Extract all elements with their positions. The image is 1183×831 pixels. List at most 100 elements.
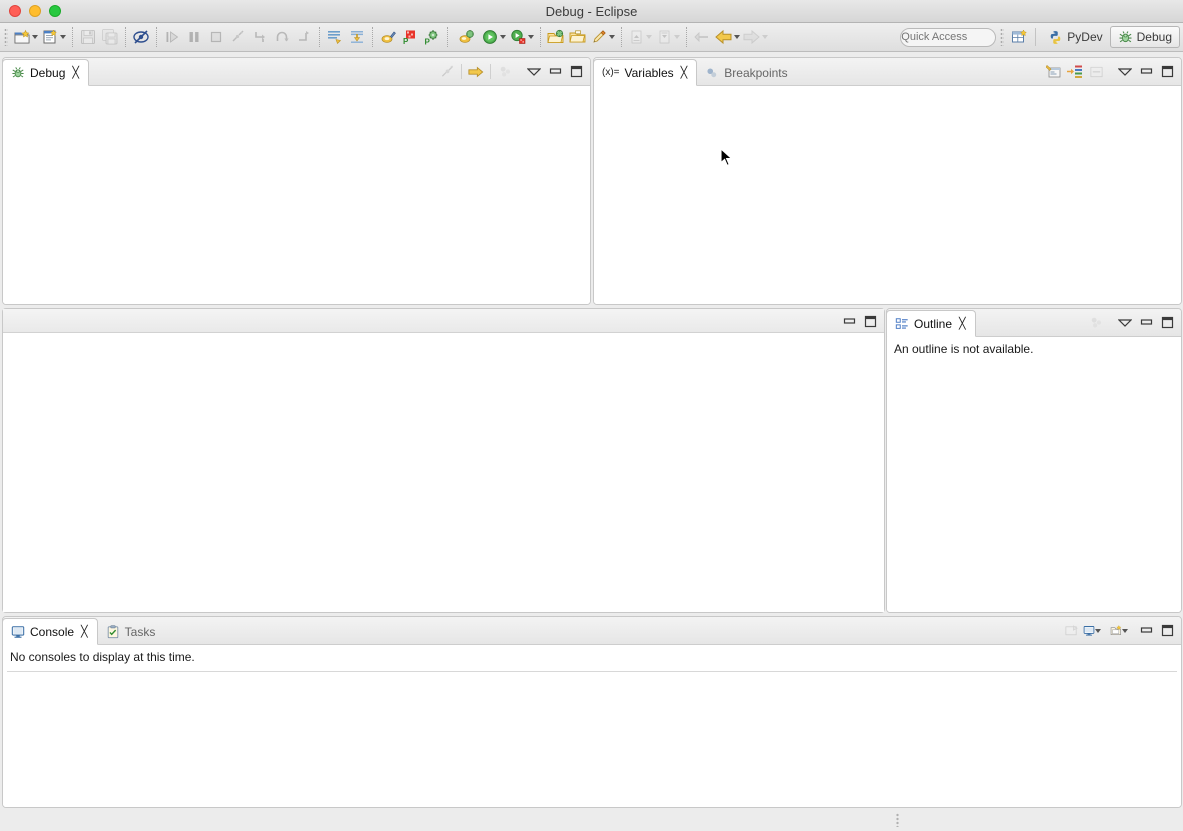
display-selected-console-button[interactable] — [1083, 622, 1101, 640]
tab-tasks[interactable]: Tasks — [98, 618, 165, 645]
chevron-down-icon[interactable] — [1122, 628, 1128, 633]
save-all-button[interactable] — [99, 26, 121, 48]
tab-outline-label: Outline — [914, 316, 953, 331]
chevron-down-icon[interactable] — [609, 35, 615, 39]
view-filter-button[interactable] — [1087, 314, 1105, 332]
toolbar-group-history — [691, 25, 769, 49]
minimize-button[interactable] — [1137, 63, 1155, 81]
variables-view-content[interactable] — [594, 86, 1181, 304]
toolbar-separator — [72, 27, 73, 47]
minimize-button[interactable] — [546, 63, 564, 81]
zoom-window-button[interactable] — [49, 5, 61, 17]
tab-variables[interactable]: (x)= Variables ╳ — [594, 59, 698, 86]
pydev-config-button[interactable]: P — [421, 26, 443, 48]
close-icon[interactable]: ╳ — [72, 66, 79, 79]
view-menu-button[interactable] — [525, 63, 543, 81]
open-type-button[interactable] — [545, 26, 567, 48]
debug-view-toolbar — [438, 58, 585, 85]
toolbar-grip[interactable] — [4, 28, 8, 46]
chevron-down-icon[interactable] — [673, 35, 680, 39]
last-edit-location-button[interactable] — [691, 26, 713, 48]
close-window-button[interactable] — [9, 5, 21, 17]
disconnect-button[interactable] — [227, 26, 249, 48]
open-perspective-button[interactable] — [1008, 26, 1030, 48]
tab-breakpoints[interactable]: Breakpoints — [697, 59, 796, 86]
view-menu-button[interactable] — [1116, 314, 1134, 332]
pylint-button[interactable]: P — [399, 26, 421, 48]
view-menu-button[interactable] — [1116, 63, 1134, 81]
console-divider — [7, 671, 1177, 672]
save-button[interactable] — [77, 26, 99, 48]
tab-outline[interactable]: Outline ╳ — [887, 310, 976, 337]
maximize-button[interactable] — [1158, 63, 1176, 81]
step-return-button[interactable] — [293, 26, 315, 48]
outline-view-content[interactable]: An outline is not available. — [887, 337, 1181, 612]
perspective-debug[interactable]: Debug — [1109, 26, 1180, 48]
forward-button[interactable] — [741, 26, 769, 48]
minimize-button[interactable] — [840, 312, 858, 330]
tab-breakpoints-label: Breakpoints — [724, 65, 788, 80]
maximize-button[interactable] — [861, 312, 879, 330]
open-python-file-button[interactable] — [377, 26, 399, 48]
chevron-down-icon — [1118, 67, 1132, 76]
step-into-button[interactable] — [249, 26, 271, 48]
debug-view-content[interactable] — [3, 86, 590, 304]
step-return-yellow-button[interactable] — [467, 63, 485, 81]
new-wizard-button[interactable] — [12, 26, 40, 48]
tab-debug[interactable]: Debug ╳ — [3, 59, 89, 86]
pin-console-icon — [1064, 624, 1078, 635]
external-tools-button[interactable] — [589, 26, 617, 48]
chevron-down-icon[interactable] — [32, 35, 38, 39]
skip-breakpoints-button[interactable] — [130, 26, 152, 48]
previous-annotation-button[interactable] — [626, 26, 654, 48]
debug-launch-dropdown-button[interactable] — [480, 26, 508, 48]
chevron-down-icon[interactable] — [528, 35, 534, 39]
collapse-all-button[interactable] — [1066, 63, 1084, 81]
chevron-down-icon[interactable] — [60, 35, 66, 39]
quick-access-input[interactable] — [900, 27, 997, 47]
back-button[interactable] — [713, 26, 741, 48]
minimize-window-button[interactable] — [29, 5, 41, 17]
disconnect-all-button[interactable] — [438, 63, 456, 81]
pin-console-button[interactable] — [1062, 622, 1080, 640]
open-console-button[interactable] — [1110, 622, 1128, 640]
next-annotation-button[interactable] — [654, 26, 682, 48]
new-item-button[interactable] — [40, 26, 68, 48]
suspend-button[interactable] — [183, 26, 205, 48]
open-resource-button[interactable] — [567, 26, 589, 48]
minimize-button[interactable] — [1137, 314, 1155, 332]
filter-dots-icon — [1091, 317, 1101, 328]
chevron-down-icon[interactable] — [500, 35, 506, 39]
chevron-down-icon[interactable] — [1095, 628, 1101, 633]
resume-button[interactable] — [161, 26, 183, 48]
close-icon[interactable]: ╳ — [81, 625, 88, 638]
console-view-content[interactable]: No consoles to display at this time. — [3, 645, 1181, 807]
show-logical-structure-button[interactable] — [1087, 63, 1105, 81]
show-type-names-button[interactable] — [1045, 63, 1063, 81]
status-bar-grip[interactable] — [896, 813, 899, 827]
coverage-launch-button[interactable] — [508, 26, 536, 48]
view-filter-button[interactable] — [496, 63, 514, 81]
minimize-button[interactable] — [1137, 622, 1155, 640]
step-over-button[interactable] — [271, 26, 293, 48]
code-coverage-button[interactable] — [324, 26, 346, 48]
editor-area-content[interactable] — [3, 333, 884, 612]
pydev-package-explorer-button[interactable] — [346, 26, 368, 48]
maximize-button[interactable] — [1158, 314, 1176, 332]
tab-console[interactable]: Console ╳ — [3, 618, 98, 645]
maximize-button[interactable] — [567, 63, 585, 81]
perspective-bar-grip[interactable] — [1000, 28, 1005, 46]
chevron-down-icon[interactable] — [645, 35, 652, 39]
chevron-down-icon[interactable] — [762, 35, 768, 39]
chevron-down-icon[interactable] — [734, 35, 740, 39]
debug-launch-button[interactable] — [452, 26, 480, 48]
terminate-button[interactable] — [205, 26, 227, 48]
debug-view-tabbar: Debug ╳ — [3, 58, 590, 86]
perspective-pydev[interactable]: PyDev — [1041, 26, 1109, 48]
close-icon[interactable]: ╳ — [681, 66, 688, 79]
maximize-button[interactable] — [1158, 622, 1176, 640]
minimize-icon — [843, 317, 855, 324]
display-console-icon — [1083, 625, 1095, 636]
toolbar-group-save — [77, 25, 121, 49]
close-icon[interactable]: ╳ — [959, 317, 966, 330]
